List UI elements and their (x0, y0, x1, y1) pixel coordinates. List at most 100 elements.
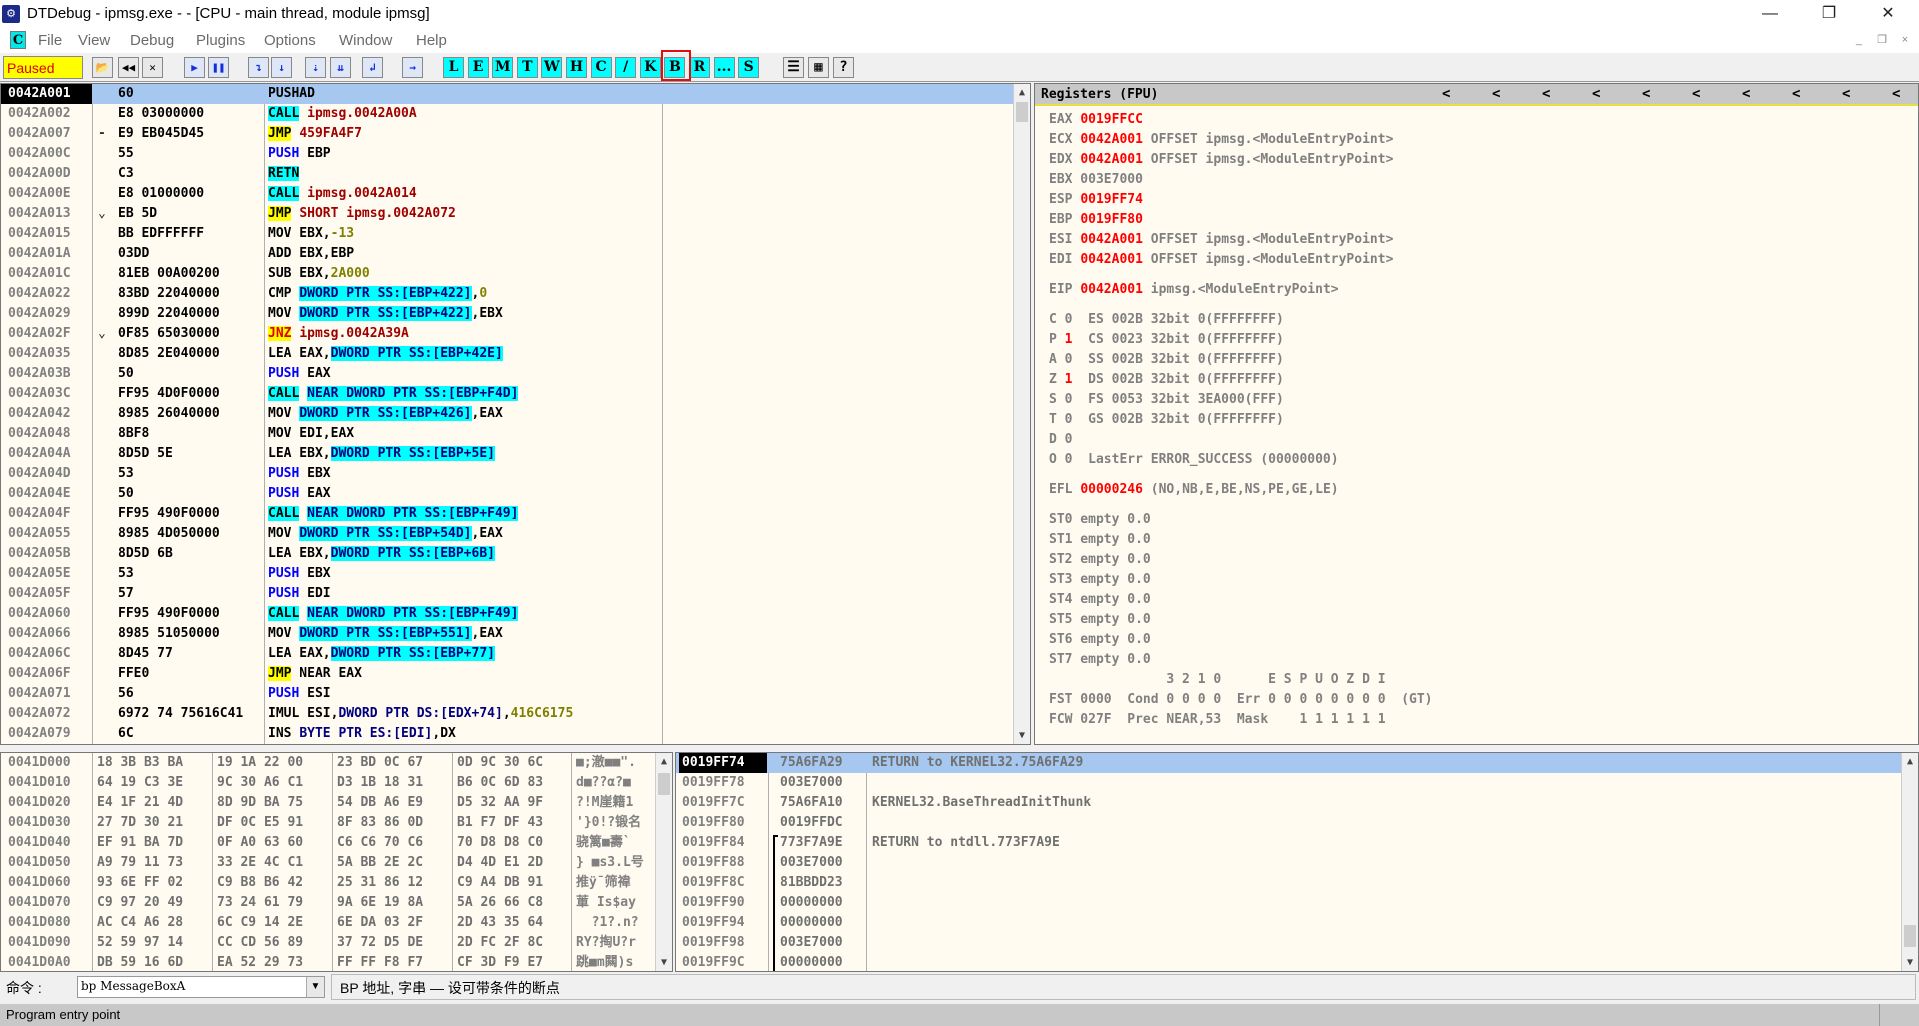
execute-till-return-button[interactable]: ↲ (362, 57, 383, 78)
scroll-up-icon[interactable]: ▲ (1014, 84, 1030, 101)
command-input[interactable]: bp MessageBoxA ▼ (77, 976, 325, 998)
register-line[interactable]: EBX 003E7000 (1049, 170, 1143, 190)
stack-scrollbar[interactable]: ▲ ▼ (1901, 753, 1918, 971)
scroll-down-icon[interactable]: ▼ (1902, 954, 1918, 971)
disasm-row[interactable]: 0042A066 8985 51050000 MOV DWORD PTR SS:[E… (1, 624, 1013, 644)
menu-debug[interactable]: Debug (130, 32, 174, 49)
register-line[interactable]: D 0 (1049, 430, 1072, 450)
disasm-row[interactable]: 0042A06F FFE0 JMP NEAR EAX (1, 664, 1013, 684)
window-button-w[interactable]: W (541, 57, 563, 78)
register-line[interactable]: P 1 CS 0023 32bit 0(FFFFFFFF) (1049, 330, 1284, 350)
register-line[interactable]: O 0 LastErr ERROR_SUCCESS (00000000) (1049, 450, 1339, 470)
register-line[interactable]: ST2 empty 0.0 (1049, 550, 1151, 570)
window-button-s[interactable]: S (738, 57, 760, 78)
register-nav-arrow-icon[interactable]: < (1492, 84, 1500, 105)
window-button-h[interactable]: H (566, 57, 587, 78)
scroll-thumb[interactable] (1904, 925, 1916, 947)
register-line[interactable]: ST5 empty 0.0 (1049, 610, 1151, 630)
disasm-row[interactable]: 0042A05F 57 PUSH EDI (1, 584, 1013, 604)
scroll-down-icon[interactable]: ▼ (656, 954, 672, 971)
stack-row[interactable]: 0019FF78 003E7000 (676, 773, 1902, 793)
stack-row[interactable]: 0019FF8C 81BBDD23 (676, 873, 1902, 893)
dump-row[interactable]: 0041D040 EF 91 BA 7D 0F A0 63 60 C6 C6 70 C… (1, 833, 672, 853)
register-line[interactable]: ST0 empty 0.0 (1049, 510, 1151, 530)
disasm-row[interactable]: 0042A06C 8D45 77 LEA EAX,DWORD PTR SS:[EBP… (1, 644, 1013, 664)
cpu-window-icon[interactable]: C (10, 31, 26, 49)
registers-header[interactable]: Registers (FPU) (1035, 84, 1918, 106)
scroll-thumb[interactable] (658, 773, 670, 795)
register-line[interactable]: ST4 empty 0.0 (1049, 590, 1151, 610)
disasm-row[interactable]: 0042A029 899D 22040000 MOV DWORD PTR SS:[E… (1, 304, 1013, 324)
register-line[interactable]: FCW 027F Prec NEAR,53 Mask 1 1 1 1 1 1 (1049, 710, 1386, 730)
disasm-row[interactable]: 0042A00E E8 01000000 CALL ipmsg.0042A014 (1, 184, 1013, 204)
disasm-row[interactable]: 0042A022 83BD 22040000 CMP DWORD PTR SS:[E… (1, 284, 1013, 304)
disasm-row[interactable]: 0042A04F FF95 490F0000 CALL NEAR DWORD PTR… (1, 504, 1013, 524)
dump-scrollbar[interactable]: ▲ ▼ (655, 753, 672, 971)
stack-row[interactable]: 0019FF74 75A6FA29 RETURN to KERNEL32.75A6F… (676, 753, 1902, 773)
list-button[interactable]: ☰ (783, 57, 804, 78)
scroll-thumb[interactable] (1016, 102, 1028, 122)
disasm-row[interactable]: 0042A013 ⌄ EB 5D JMP SHORT ipmsg.0042A072 (1, 204, 1013, 224)
help-button[interactable]: ? (833, 57, 854, 78)
register-line[interactable]: EIP 0042A001 ipmsg.<ModuleEntryPoint> (1049, 280, 1339, 300)
stack-row[interactable]: 0019FF9C 00000000 (676, 953, 1902, 971)
disasm-row[interactable]: 0042A05E 53 PUSH EBX (1, 564, 1013, 584)
register-line[interactable]: FST 0000 Cond 0 0 0 0 Err 0 0 0 0 0 0 0 … (1049, 690, 1433, 710)
goto-button[interactable]: → (402, 57, 423, 78)
scroll-down-icon[interactable]: ▼ (1014, 727, 1030, 744)
mdi-restore-button[interactable]: ❐ (1874, 33, 1890, 48)
restore-button[interactable]: ❐ (1809, 2, 1849, 26)
stack-row[interactable]: 0019FF80 0019FFDC (676, 813, 1902, 833)
register-nav-arrow-icon[interactable]: < (1692, 84, 1700, 105)
disasm-row[interactable]: 0042A079 6C INS BYTE PTR ES:[EDI],DX (1, 724, 1013, 744)
register-line[interactable]: T 0 GS 002B 32bit 0(FFFFFFFF) (1049, 410, 1284, 430)
colors-button[interactable]: ▦ (808, 57, 829, 78)
stack-row[interactable]: 0019FF84 773F7A9E RETURN to ntdll.773F7A9E (676, 833, 1902, 853)
window-button-e[interactable]: E (467, 57, 489, 78)
step-into-button[interactable]: ↴ (248, 57, 269, 78)
trace-over-button[interactable]: ⇊ (330, 57, 351, 78)
window-button-k[interactable]: K (639, 57, 661, 78)
disasm-row[interactable]: 0042A072 6972 74 75616C41 IMUL ESI,DWORD P… (1, 704, 1013, 724)
register-nav-arrow-icon[interactable]: < (1442, 84, 1450, 105)
disasm-row[interactable]: 0042A00D C3 RETN (1, 164, 1013, 184)
disasm-row[interactable]: 0042A015 BB EDFFFFFF MOV EBX,-13 (1, 224, 1013, 244)
window-button-more[interactable]: ... (713, 57, 735, 78)
disasm-row[interactable]: 0042A01C 81EB 00A00200 SUB EBX,2A000 (1, 264, 1013, 284)
window-button-slash[interactable]: / (615, 57, 637, 78)
step-over-button[interactable]: ↓ (271, 57, 292, 78)
scroll-up-icon[interactable]: ▲ (656, 753, 672, 770)
register-line[interactable]: ST3 empty 0.0 (1049, 570, 1151, 590)
register-line[interactable]: C 0 ES 002B 32bit 0(FFFFFFFF) (1049, 310, 1284, 330)
disasm-row[interactable]: 0042A071 56 PUSH ESI (1, 684, 1013, 704)
disasm-row[interactable]: 0042A04D 53 PUSH EBX (1, 464, 1013, 484)
dump-row[interactable]: 0041D030 27 7D 30 21 DF 0C E5 91 8F 83 86 0… (1, 813, 672, 833)
register-nav-arrow-icon[interactable]: < (1842, 84, 1850, 105)
disasm-row[interactable]: 0042A00C 55 PUSH EBP (1, 144, 1013, 164)
disasm-row[interactable]: 0042A048 8BF8 MOV EDI,EAX (1, 424, 1013, 444)
stack-row[interactable]: 0019FF88 003E7000 (676, 853, 1902, 873)
register-line[interactable]: A 0 SS 002B 32bit 0(FFFFFFFF) (1049, 350, 1284, 370)
size-grip[interactable] (1879, 1004, 1919, 1026)
menu-window[interactable]: Window (339, 32, 392, 49)
mdi-close-button[interactable]: × (1897, 33, 1913, 48)
register-line[interactable]: ST7 empty 0.0 (1049, 650, 1151, 670)
dump-row[interactable]: 0041D0A0 DB 59 16 6D EA 52 29 73 FF FF F8 F… (1, 953, 672, 971)
disasm-row[interactable]: 0042A02F ⌄ 0F85 65030000 JNZ ipmsg.0042A39A (1, 324, 1013, 344)
dump-row[interactable]: 0041D070 C9 97 20 49 73 24 61 79 9A 6E 19 8… (1, 893, 672, 913)
dump-row[interactable]: 0041D000 18 3B B3 BA 19 1A 22 00 23 BD 0C 6… (1, 753, 672, 773)
open-button[interactable]: 📂 (92, 57, 113, 78)
register-nav-arrow-icon[interactable]: < (1642, 84, 1650, 105)
window-button-t[interactable]: T (516, 57, 538, 78)
disasm-row[interactable]: 0042A01A 03DD ADD EBX,EBP (1, 244, 1013, 264)
register-line[interactable]: ESI 0042A001 OFFSET ipmsg.<ModuleEntryPo… (1049, 230, 1393, 250)
window-button-l[interactable]: L (443, 57, 464, 78)
menu-options[interactable]: Options (264, 32, 316, 49)
disasm-row[interactable]: 0042A002 E8 03000000 CALL ipmsg.0042A00A (1, 104, 1013, 124)
dump-row[interactable]: 0041D020 E4 1F 21 4D 8D 9D BA 75 54 DB A6 E… (1, 793, 672, 813)
register-line[interactable]: ECX 0042A001 OFFSET ipmsg.<ModuleEntryPo… (1049, 130, 1393, 150)
window-button-m[interactable]: M (492, 57, 514, 78)
disassembly-scrollbar[interactable]: ▲ ▼ (1013, 84, 1030, 744)
register-line[interactable]: ESP 0019FF74 (1049, 190, 1143, 210)
menu-plugins[interactable]: Plugins (196, 32, 245, 49)
